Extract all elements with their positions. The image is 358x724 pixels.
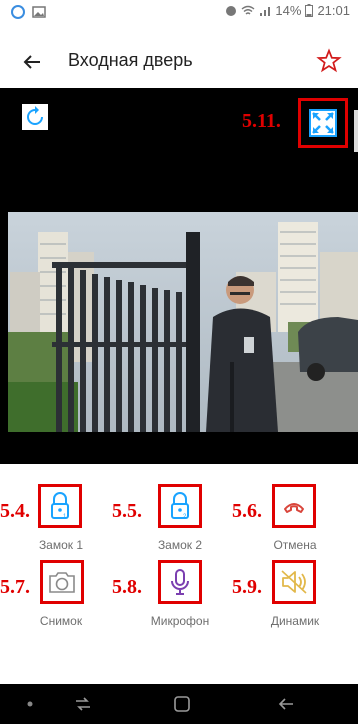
lock-2-icon[interactable]: 2: [161, 487, 199, 525]
snapshot-label: Снимок: [39, 614, 83, 628]
microphone-icon[interactable]: [161, 563, 199, 601]
lock1-highlight: 1: [38, 484, 82, 528]
cancel-highlight: [272, 484, 316, 528]
lock2-label: Замок 2: [157, 538, 203, 552]
clock: 21:01: [317, 3, 350, 18]
speaker-muted-icon[interactable]: [275, 563, 313, 601]
lock-1-icon[interactable]: 1: [41, 487, 79, 525]
hangup-icon[interactable]: [275, 487, 313, 525]
status-right: 14% 21:01: [225, 3, 350, 18]
back-icon[interactable]: [276, 694, 296, 714]
status-left-icons: [10, 4, 46, 20]
annotation-fullscreen: 5.11.: [242, 110, 281, 132]
star-outline-icon[interactable]: [316, 48, 342, 74]
battery-percent: 14%: [275, 3, 302, 18]
recent-apps-icon[interactable]: [72, 694, 94, 714]
home-icon[interactable]: [172, 694, 192, 714]
fullscreen-highlight: [298, 98, 348, 148]
intercom-controls: 5.4. 1 Замок 1 5.5. 2 Замок 2 5.6. Отмен…: [0, 464, 358, 674]
side-scroll-handle[interactable]: [354, 110, 358, 152]
system-nav-bar: [0, 684, 358, 724]
expand-icon[interactable]: [309, 109, 337, 137]
snapshot-highlight: [40, 560, 84, 604]
camera-feed-image: [8, 212, 358, 432]
mic-control: Микрофон: [130, 560, 240, 640]
lock2-highlight: 2: [158, 484, 202, 528]
camera-icon[interactable]: [43, 563, 81, 601]
signal-icon: [260, 6, 271, 16]
nav-dot-icon: [27, 701, 33, 707]
page-title: Входная дверь: [68, 50, 193, 70]
mic-label: Микрофон: [150, 614, 210, 628]
speaker-highlight: [272, 560, 316, 604]
status-bar: 14% 21:01: [0, 0, 358, 36]
speaker-label: Динамик: [270, 614, 320, 628]
alarm-icon: [226, 5, 237, 16]
cancel-label: Отмена: [273, 538, 317, 552]
snapshot-control: Снимок: [20, 560, 130, 640]
app-bar: Входная дверь: [0, 36, 358, 88]
speaker-control: Динамик: [250, 560, 358, 640]
cancel-control: Отмена: [250, 484, 358, 564]
lock2-control: 2 Замок 2: [130, 484, 240, 564]
notification-app-icon: [11, 5, 25, 19]
battery-icon: [305, 4, 314, 17]
gallery-icon: [32, 6, 46, 18]
wifi-icon: [241, 5, 255, 15]
arrow-left-icon[interactable]: [20, 50, 44, 74]
lock1-control: 1 Замок 1: [18, 484, 128, 564]
video-view: 5.11.: [0, 88, 358, 464]
lock1-label: Замок 1: [38, 538, 84, 552]
refresh-icon[interactable]: [22, 104, 48, 130]
mic-highlight: [158, 560, 202, 604]
